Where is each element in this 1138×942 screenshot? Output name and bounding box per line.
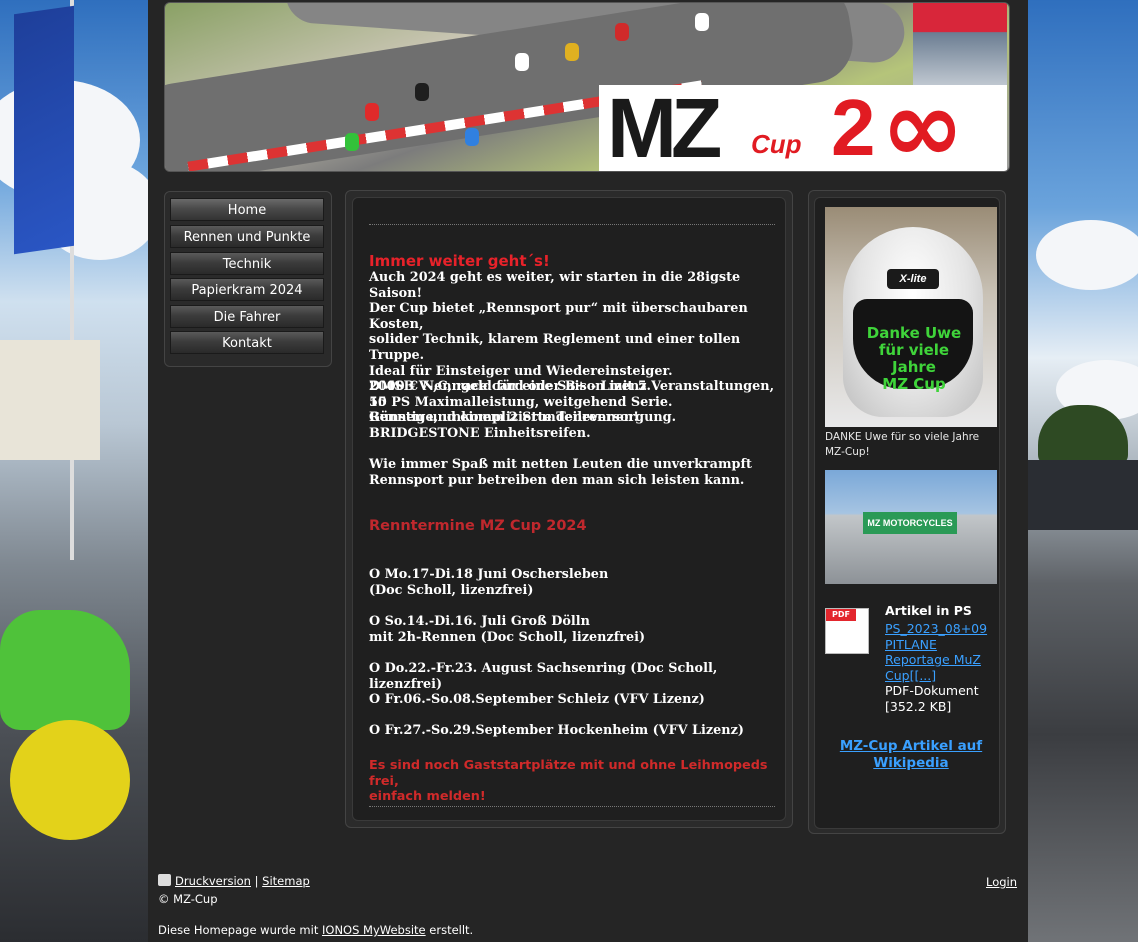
pit-tent	[1026, 460, 1138, 530]
right-sidebar: X-lite Danke Uwe für viele Jahre MZ Cup …	[808, 190, 1006, 834]
pdf-file-icon[interactable]: PDF	[825, 608, 869, 654]
background-right-scenery	[1026, 0, 1138, 942]
logo-number: 2	[831, 83, 876, 172]
racing-bike	[415, 83, 429, 101]
pdf-icon-label: PDF	[826, 609, 856, 621]
nav-item-kontakt[interactable]: Kontakt	[170, 331, 324, 354]
mz-cup-logo: MZ Cup 2 ∞	[599, 77, 1007, 172]
racing-bike	[695, 13, 709, 31]
racing-bike	[465, 128, 479, 146]
team-photo[interactable]: MZ MOTORCYCLES	[825, 470, 997, 584]
racing-bike	[615, 23, 629, 41]
nav-item-papierkram[interactable]: Papierkram 2024	[170, 278, 324, 301]
racing-bike	[515, 53, 529, 71]
sitemap-link[interactable]: Sitemap	[262, 874, 310, 888]
sidebar-panel: X-lite Danke Uwe für viele Jahre MZ Cup …	[814, 197, 1000, 829]
racing-bike	[365, 103, 379, 121]
guest-note: Es sind noch Gaststartplätze mit und ohn…	[369, 758, 768, 805]
divider	[369, 224, 775, 225]
nav-item-technik[interactable]: Technik	[170, 252, 324, 275]
racing-bike	[345, 133, 359, 151]
logo-mz-text: MZ	[607, 81, 722, 172]
made-with-suffix: erstellt.	[425, 923, 474, 937]
cloud	[1036, 220, 1138, 290]
background-left-scenery	[0, 0, 148, 942]
yellow-motorcycle-wheel	[10, 720, 130, 840]
helmet-brand-logo: X-lite	[887, 269, 939, 289]
content-headline: Immer weiter geht´s!	[369, 252, 550, 270]
racing-bike	[565, 43, 579, 61]
helmet-photo[interactable]: X-lite Danke Uwe für viele Jahre MZ Cup	[825, 207, 997, 427]
advertising-sign	[0, 340, 100, 460]
made-with-prefix: Diese Homepage wurde mit	[158, 923, 322, 937]
page-container: MZ Cup 2 ∞ Home Rennen und Punkte Techni…	[148, 0, 1028, 942]
pdf-download-link[interactable]: PS_2023_08+09 PITLANE Reportage MuZ Cup[…	[885, 621, 995, 683]
nav-item-rennen-und-punkte[interactable]: Rennen und Punkte	[170, 225, 324, 248]
printer-icon[interactable]	[158, 874, 171, 886]
team-banner: MZ MOTORCYCLES	[863, 512, 957, 534]
footer-separator: |	[254, 874, 259, 888]
wikipedia-link[interactable]: MZ-Cup Artikel auf Wikipedia	[825, 738, 997, 772]
nav-item-home[interactable]: Home	[170, 198, 324, 221]
pdf-file-info: PDF-Dokument [352.2 KB]	[885, 683, 979, 714]
login-link[interactable]: Login	[986, 875, 1017, 889]
made-with-notice: Diese Homepage wurde mit IONOS MyWebsite…	[158, 923, 473, 937]
content-panel: Immer weiter geht´s! Auch 2024 geht es w…	[352, 197, 786, 821]
main-navigation: Home Rennen und Punkte Technik Papierkra…	[164, 191, 332, 367]
nav-item-die-fahrer[interactable]: Die Fahrer	[170, 305, 324, 328]
event-hockenheim: O Fr.27.-So.29.September Hockenheim (VFV…	[369, 723, 744, 738]
pdf-article-title: Artikel in PS	[885, 603, 972, 618]
event-sachsenring: O Do.22.-Fr.23. August Sachsenring (Doc …	[369, 661, 718, 692]
schedule-title: Renntermine MZ Cup 2024	[369, 518, 587, 534]
print-version-link[interactable]: Druckversion	[175, 874, 251, 888]
main-content: Immer weiter geht´s! Auch 2024 geht es w…	[345, 190, 793, 828]
logo-infinity: ∞	[881, 68, 965, 172]
eu-flag	[14, 5, 74, 255]
ionos-link[interactable]: IONOS MyWebsite	[322, 923, 426, 937]
event-oschersleben: O Mo.17-Di.18 Juni Oschersleben (Doc Sch…	[369, 567, 609, 598]
header-banner: MZ Cup 2 ∞	[164, 2, 1010, 172]
divider	[369, 806, 775, 807]
event-schleiz: O Fr.06.-So.08.September Schleiz (VFV Li…	[369, 692, 705, 707]
green-motorcycle	[0, 610, 130, 730]
fun-text: Wie immer Spaß mit netten Leuten die unv…	[369, 457, 752, 488]
copyright-text: © MZ-Cup	[158, 892, 218, 906]
footer-links: Druckversion | Sitemap	[158, 874, 310, 888]
event-gross-doelln: O So.14.-Di.16. Juli Groß Dölln mit 2h-R…	[369, 614, 646, 645]
helmet-caption: DANKE Uwe für so viele Jahre MZ-Cup!	[825, 431, 980, 458]
rules-text: DMSB V-,C, race card oder B+ - Lizenz. 5…	[369, 379, 677, 441]
logo-cup-text: Cup	[751, 129, 802, 159]
helmet-visor-text: Danke Uwe für viele Jahre MZ Cup	[866, 324, 962, 393]
